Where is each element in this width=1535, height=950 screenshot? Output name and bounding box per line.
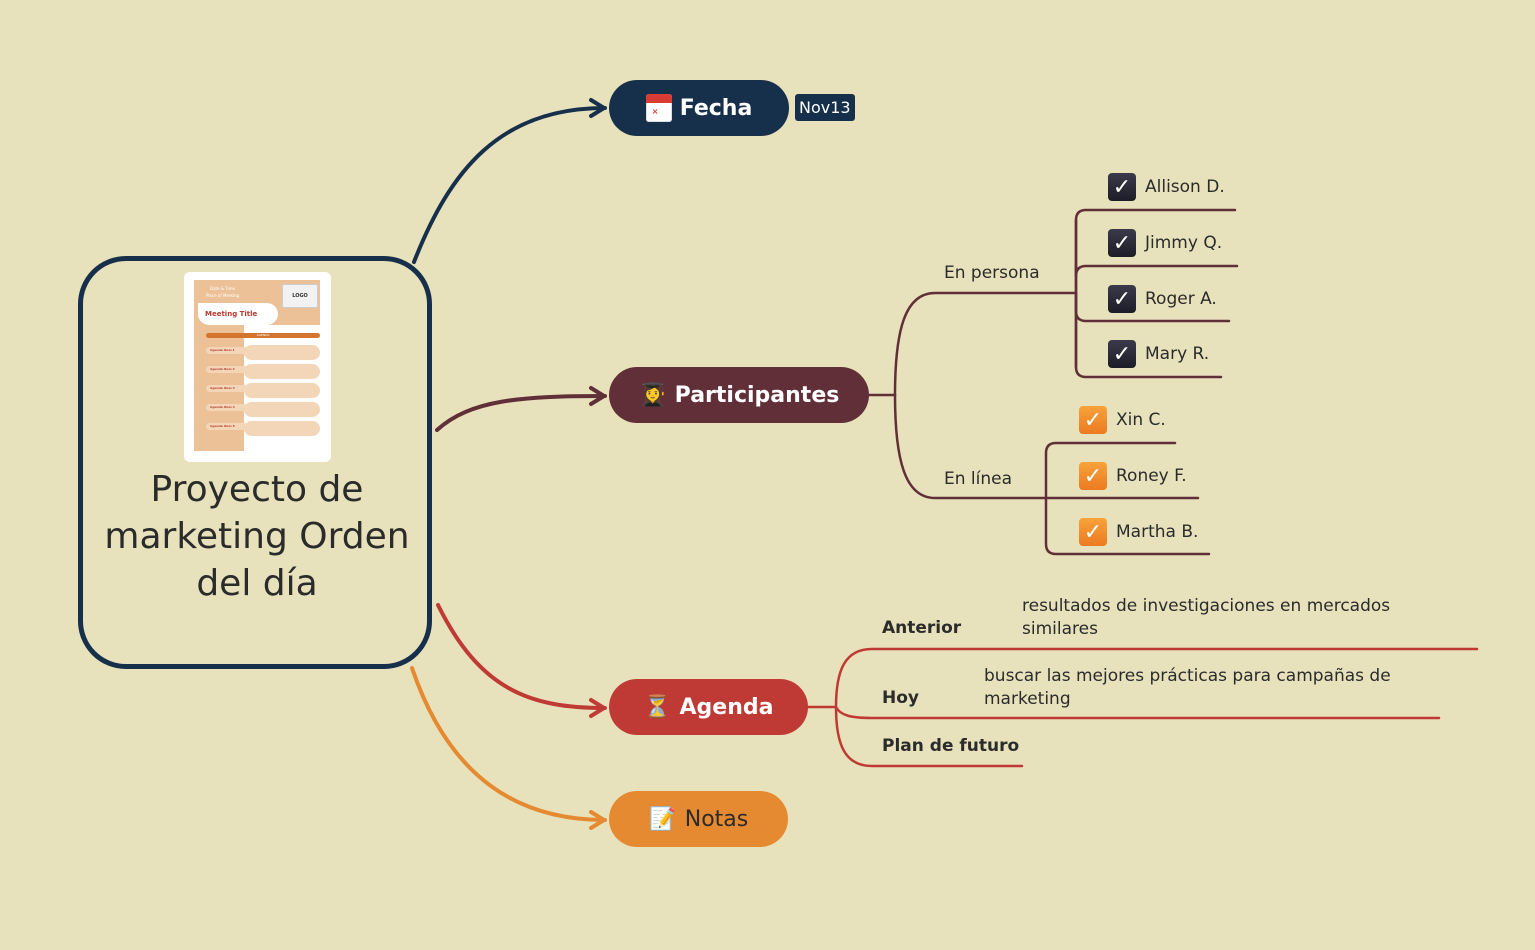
date-badge[interactable]: Nov13 — [795, 94, 855, 121]
checkbox-checked-icon[interactable]: ✓ — [1108, 285, 1136, 313]
thumb-agenda-item: Agenda Item 4 — [206, 404, 248, 411]
topic-notas-label: Notas — [684, 806, 749, 832]
checkbox-checked-icon[interactable]: ✓ — [1079, 406, 1107, 434]
participant-name: Roney F. — [1116, 466, 1187, 486]
topic-fecha[interactable]: × Fecha — [609, 80, 789, 136]
topic-participantes[interactable]: 👩‍🎓 Participantes — [609, 367, 869, 423]
hourglass-icon: ⏳ — [643, 694, 672, 720]
checkbox-checked-icon[interactable]: ✓ — [1108, 229, 1136, 257]
topic-notas[interactable]: 📝 Notas — [609, 791, 788, 847]
meeting-template-thumbnail: Date & Time Place of Meeting LOGO Meetin… — [184, 272, 331, 462]
student-icon: 👩‍🎓 — [638, 382, 667, 408]
connector-participantes — [435, 394, 607, 432]
subtopic-en-persona[interactable]: En persona — [944, 263, 1040, 283]
branch-en-persona — [893, 291, 1078, 397]
agenda-detail-anterior[interactable]: resultados de investigaciones en mercado… — [1022, 595, 1422, 641]
connector-fecha — [412, 106, 607, 264]
participant-item[interactable]: ✓ Martha B. — [1079, 518, 1198, 546]
participant-item[interactable]: ✓ Allison D. — [1108, 173, 1225, 201]
topic-agenda[interactable]: ⏳ Agenda — [609, 679, 808, 735]
topic-agenda-label: Agenda — [679, 694, 774, 720]
topic-participantes-label: Participantes — [674, 382, 840, 408]
checkbox-checked-icon[interactable]: ✓ — [1079, 518, 1107, 546]
thumb-agenda-item: Agenda Item 1 — [206, 347, 248, 354]
participant-name: Martha B. — [1116, 522, 1199, 542]
checkbox-checked-icon[interactable]: ✓ — [1108, 340, 1136, 368]
thumb-agenda-bar: AGENDA — [206, 333, 320, 338]
participant-item[interactable]: ✓ Xin C. — [1079, 406, 1166, 434]
participant-name: Allison D. — [1145, 177, 1225, 197]
agenda-item-anterior[interactable]: Anterior — [882, 618, 961, 638]
agenda-item-plan-de-futuro[interactable]: Plan de futuro — [882, 736, 1019, 756]
participant-name: Mary R. — [1145, 344, 1210, 364]
checkbox-checked-icon[interactable]: ✓ — [1108, 173, 1136, 201]
participant-item[interactable]: ✓ Roney F. — [1079, 462, 1187, 490]
root-title: Proyecto de marketing Orden del día — [104, 469, 410, 604]
thumb-place: Place of Meeting — [206, 293, 240, 298]
participant-name: Roger A. — [1145, 289, 1217, 309]
participant-item[interactable]: ✓ Jimmy Q. — [1108, 229, 1222, 257]
thumb-logo: LOGO — [282, 284, 318, 308]
participant-name: Xin C. — [1116, 410, 1166, 430]
calendar-icon: × — [645, 94, 672, 122]
thumb-agenda-item: Agenda Item 2 — [206, 366, 248, 373]
subtopic-en-linea[interactable]: En línea — [944, 469, 1012, 489]
topic-fecha-label: Fecha — [679, 95, 753, 121]
underline-jimmy — [1074, 263, 1239, 278]
agenda-detail-hoy[interactable]: buscar las mejores prácticas para campañ… — [984, 665, 1414, 711]
participant-name: Jimmy Q. — [1145, 233, 1223, 253]
memo-icon: 📝 — [649, 806, 677, 832]
agenda-item-hoy[interactable]: Hoy — [882, 688, 919, 708]
connector-agenda — [436, 603, 607, 710]
thumb-meeting-title: Meeting Title — [205, 310, 258, 318]
thumb-agenda-item: Agenda Item 5 — [206, 423, 248, 430]
thumb-date-time: Date & Time — [210, 286, 236, 291]
connector-notas — [410, 666, 607, 822]
thumb-agenda-item: Agenda Item 3 — [206, 385, 248, 392]
participant-item[interactable]: ✓ Roger A. — [1108, 285, 1217, 313]
checkbox-checked-icon[interactable]: ✓ — [1079, 462, 1107, 490]
participant-item[interactable]: ✓ Mary R. — [1108, 340, 1209, 368]
